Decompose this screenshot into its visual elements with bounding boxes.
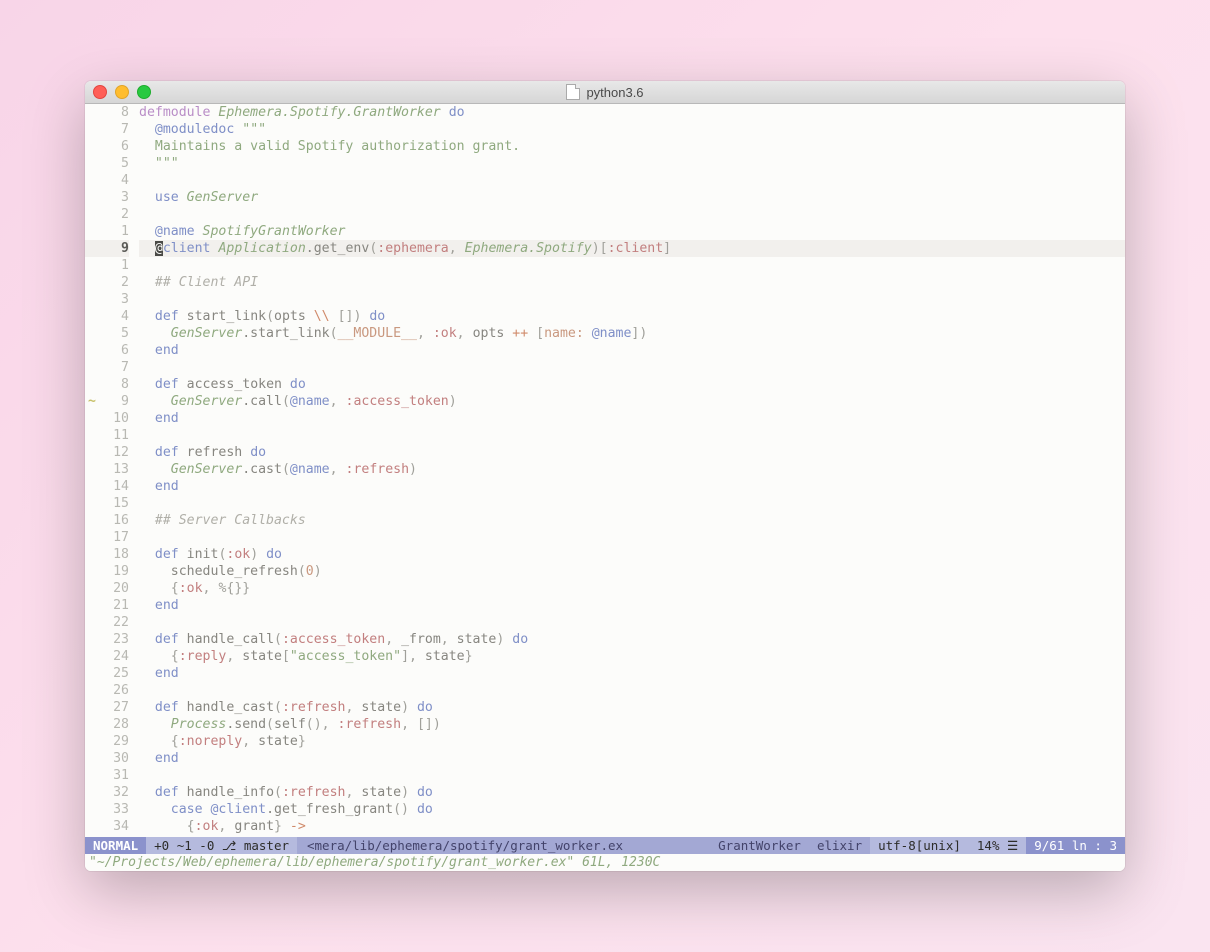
command-line[interactable]: "~/Projects/Web/ephemera/lib/ephemera/sp… [85,854,1125,871]
code-line[interactable]: end [139,750,1125,767]
vim-mode: NORMAL [85,837,146,854]
code-line[interactable]: {:noreply, state} [139,733,1125,750]
filetype: elixir [809,838,870,853]
code-line[interactable]: end [139,478,1125,495]
code-line[interactable]: end [139,342,1125,359]
gutter-sign: ~ [87,393,97,410]
code-line[interactable]: def handle_cast(:refresh, state) do [139,699,1125,716]
file-path: <mera/lib/ephemera/spotify/grant_worker.… [297,838,633,853]
code-line[interactable]: schedule_refresh(0) [139,563,1125,580]
git-branch: master [244,838,289,853]
code-line[interactable] [139,682,1125,699]
code-line[interactable] [139,291,1125,308]
code-line[interactable]: """ [139,155,1125,172]
code-line[interactable]: GenServer.call(@name, :access_token) [139,393,1125,410]
code-line[interactable]: ## Server Callbacks [139,512,1125,529]
code-line[interactable] [139,767,1125,784]
code-line[interactable] [139,359,1125,376]
code-line[interactable]: def start_link(opts \\ []) do [139,308,1125,325]
code-line[interactable] [139,427,1125,444]
code-line[interactable]: GenServer.start_link(__MODULE__, :ok, op… [139,325,1125,342]
code-line[interactable]: case @client.get_fresh_grant() do [139,801,1125,818]
terminal-window: python3.6 ~ 8765432191234567891011121314… [85,81,1125,871]
code-line[interactable]: Process.send(self(), :refresh, []) [139,716,1125,733]
document-icon [566,84,580,100]
current-tag: GrantWorker [710,838,809,853]
editor-area[interactable]: ~ 87654321912345678910111213141516171819… [85,104,1125,837]
code-line[interactable]: def init(:ok) do [139,546,1125,563]
code-line[interactable]: {:ok, %{}} [139,580,1125,597]
code-line[interactable]: def refresh do [139,444,1125,461]
window-title: python3.6 [85,84,1125,100]
code-line[interactable]: @name SpotifyGrantWorker [139,223,1125,240]
code-line[interactable] [139,614,1125,631]
window-title-text: python3.6 [586,85,643,100]
code-line[interactable]: @client Application.get_env(:ephemera, E… [139,240,1125,257]
code-line[interactable]: GenServer.cast(@name, :refresh) [139,461,1125,478]
code-line[interactable]: defmodule Ephemera.Spotify.GrantWorker d… [139,104,1125,121]
code-line[interactable]: ## Client API [139,274,1125,291]
code-line[interactable]: {:reply, state["access_token"], state} [139,648,1125,665]
encoding: utf-8[unix] [870,837,969,854]
code-line[interactable]: end [139,597,1125,614]
code-line[interactable]: end [139,410,1125,427]
code-line[interactable]: {:ok, grant} -> [139,818,1125,835]
code-line[interactable]: end [139,665,1125,682]
code-line[interactable] [139,206,1125,223]
titlebar[interactable]: python3.6 [85,81,1125,104]
scroll-percent: 14% ☰ [969,837,1026,854]
statusline: NORMAL +0 ~1 -0 ⎇ master <mera/lib/ephem… [85,837,1125,854]
git-stats: +0 ~1 -0 [154,838,214,853]
git-segment: +0 ~1 -0 ⎇ master [146,837,297,854]
cursor-position: 9/61 ln : 3 [1026,837,1125,854]
code-line[interactable] [139,529,1125,546]
code-line[interactable]: use GenServer [139,189,1125,206]
code-line[interactable] [139,172,1125,189]
code-content[interactable]: defmodule Ephemera.Spotify.GrantWorker d… [139,104,1125,837]
line-number-gutter: ~ 87654321912345678910111213141516171819… [85,104,139,837]
code-line[interactable]: def access_token do [139,376,1125,393]
code-line[interactable]: def handle_call(:access_token, _from, st… [139,631,1125,648]
code-line[interactable]: @moduledoc """ [139,121,1125,138]
code-line[interactable] [139,495,1125,512]
sign-column: ~ [85,104,97,837]
code-line[interactable] [139,257,1125,274]
code-line[interactable]: Maintains a valid Spotify authorization … [139,138,1125,155]
code-line[interactable]: def handle_info(:refresh, state) do [139,784,1125,801]
